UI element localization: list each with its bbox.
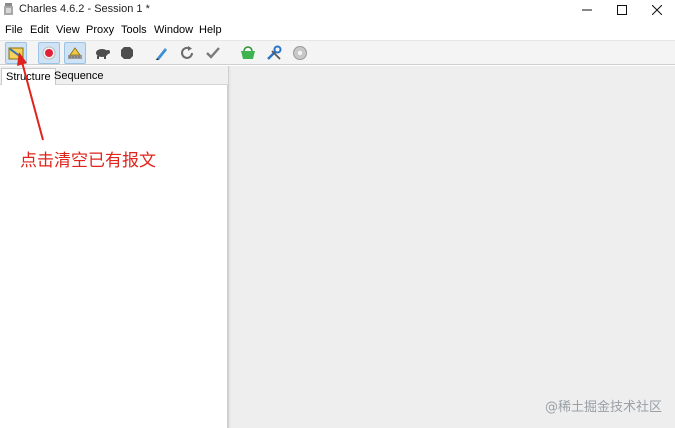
maximize-button[interactable] [605,0,639,20]
annotation-text: 点击清空已有报文 [20,151,156,171]
validate-button[interactable] [202,42,224,64]
watermark: @稀土掘金技术社区 [544,400,662,415]
maximize-icon [617,5,627,15]
settings-wrench-button[interactable] [263,42,285,64]
gear-icon [293,46,307,60]
repeat-button[interactable] [176,42,198,64]
session-tree-pane: Structure Sequence [0,66,228,428]
menu-tools[interactable]: Tools [121,24,147,36]
toolbar [0,40,675,65]
menu-edit[interactable]: Edit [30,24,49,36]
check-icon [206,47,220,59]
throttle-icon [68,47,82,59]
turtle-icon [96,49,110,59]
compose-button[interactable] [151,42,173,64]
minimize-icon [582,9,592,11]
view-tabs: Structure Sequence [0,66,228,85]
clear-session-button[interactable] [5,42,27,64]
close-button[interactable] [640,0,674,20]
minimize-button[interactable] [570,0,604,20]
detail-pane [231,66,675,428]
wrench-icon [267,45,282,60]
title-bar: Charles 4.6.2 - Session 1 * [0,0,675,20]
close-icon [652,5,662,15]
tools-basket-button[interactable] [237,42,259,64]
charles-app-icon [4,3,13,15]
menu-window[interactable]: Window [154,24,193,36]
window-title: Charles 4.6.2 - Session 1 * [19,3,150,15]
broom-clear-icon [8,47,24,60]
stop-hexagon-icon [121,47,133,59]
record-icon [42,46,56,60]
pen-icon [156,48,167,60]
menu-view[interactable]: View [56,24,80,36]
record-button[interactable] [38,42,60,64]
menu-bar: File Edit View Proxy Tools Window Help [0,21,675,40]
menu-help[interactable]: Help [199,24,222,36]
tab-structure[interactable]: Structure [1,68,56,85]
breakpoints-button[interactable] [116,42,138,64]
throttling-button[interactable] [64,42,86,64]
basket-icon [241,46,255,59]
repeat-icon [181,46,193,59]
preferences-button[interactable] [289,42,311,64]
tab-sequence[interactable]: Sequence [50,68,108,85]
menu-proxy[interactable]: Proxy [86,24,114,36]
menu-file[interactable]: File [5,24,23,36]
turtle-button[interactable] [91,42,113,64]
